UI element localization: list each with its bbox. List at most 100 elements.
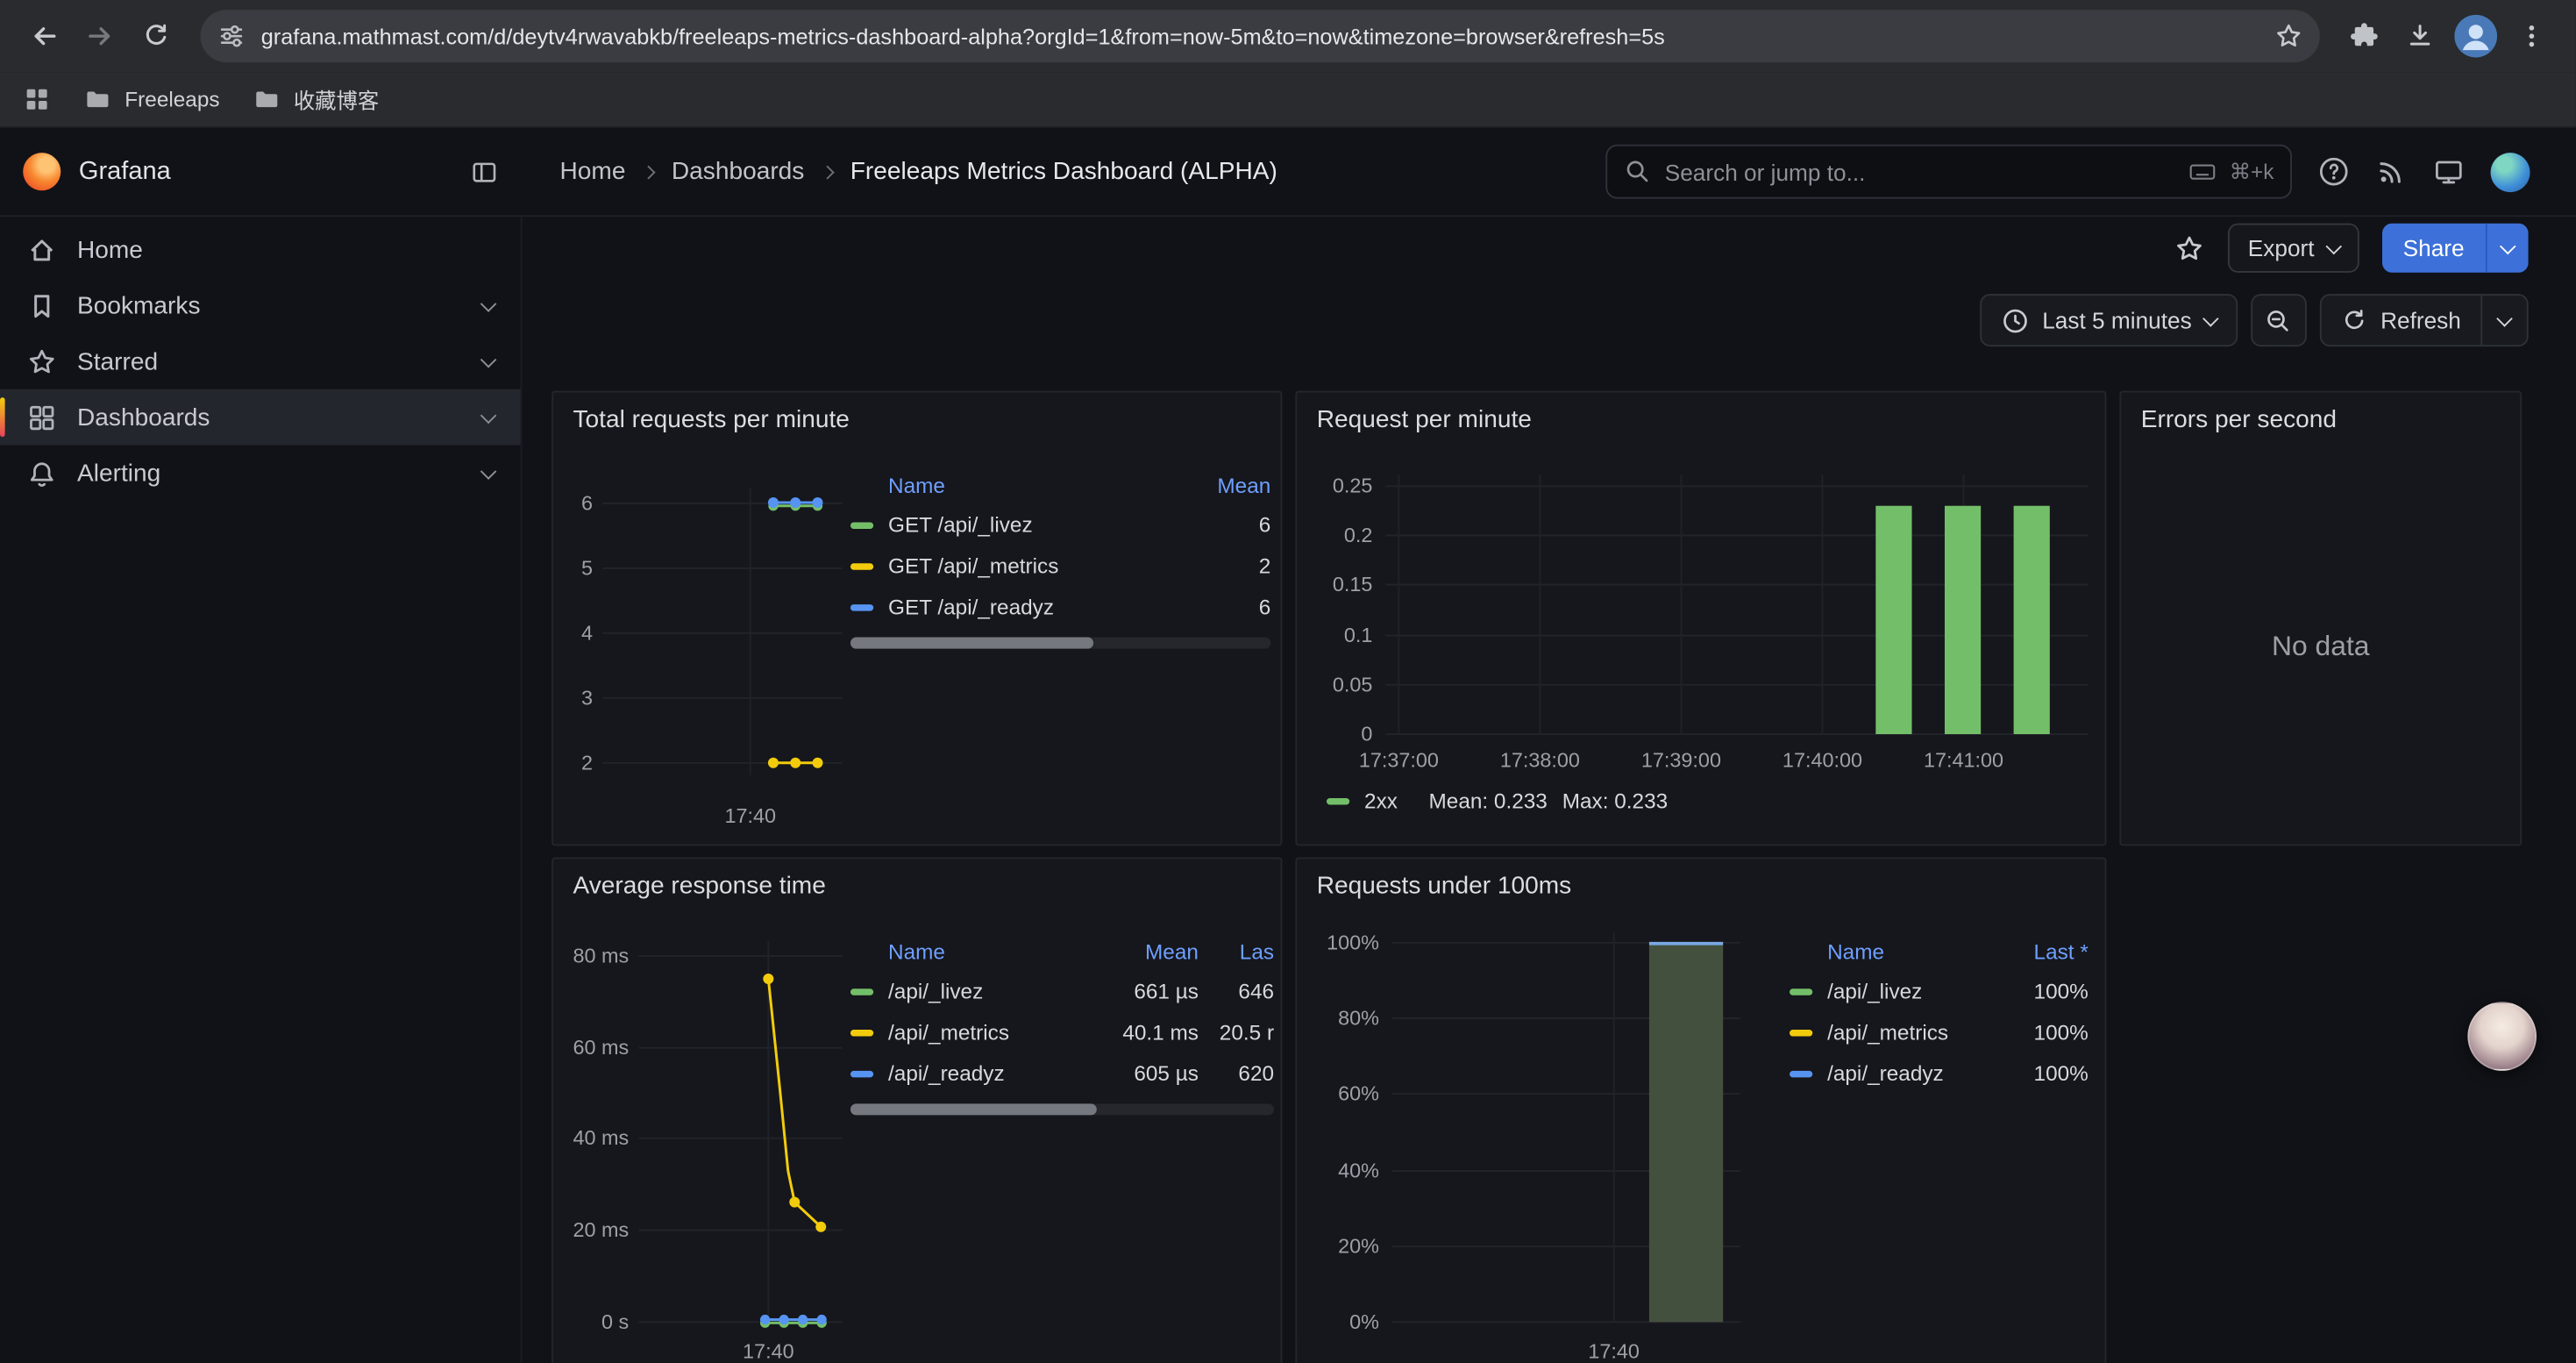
browser-menu-icon[interactable] <box>2504 8 2560 64</box>
profile-avatar[interactable] <box>2448 8 2504 64</box>
bookmark-folder-freeleaps[interactable]: Freeleaps <box>83 85 219 113</box>
panel-title[interactable]: Errors per second <box>2141 406 2337 434</box>
legend-series-name[interactable]: /api/_metrics <box>1827 1020 1989 1045</box>
chevron-down-icon[interactable] <box>480 295 497 311</box>
legend-series-name[interactable]: /api/_readyz <box>1827 1061 1989 1086</box>
monitor-icon[interactable] <box>2433 156 2465 188</box>
breadcrumb-current: Freeleaps Metrics Dashboard (ALPHA) <box>850 158 1277 186</box>
chevron-down-icon[interactable] <box>480 407 497 424</box>
breadcrumb-dashboards[interactable]: Dashboards <box>672 158 804 186</box>
legend-header-last[interactable]: Las <box>1199 939 1274 964</box>
bookmarks-bar: Freeleaps 收藏博客 <box>0 72 2576 128</box>
legend-series-name[interactable]: 2xx <box>1364 789 1398 813</box>
sidebar-item-alerting[interactable]: Alerting <box>0 445 521 501</box>
legend-mean-value: 40.1 ms <box>1097 1020 1199 1045</box>
legend-row: /api/_metrics 100% <box>1790 1011 2089 1053</box>
panel-request-per-minute[interactable]: Request per minute <box>1295 391 2106 846</box>
downloads-icon[interactable] <box>2392 8 2448 64</box>
chevron-right-icon <box>821 165 835 179</box>
chevron-down-icon <box>2325 238 2342 254</box>
sidebar-item-home[interactable]: Home <box>0 222 521 278</box>
home-icon <box>26 234 58 266</box>
search-box[interactable]: ⌘+k <box>1605 145 2292 199</box>
panel-avg-response-time[interactable]: Average response time 80 ms 60 ms 40 ms … <box>551 857 1282 1363</box>
legend-header-name[interactable]: Name <box>888 939 1097 964</box>
legend-header-name[interactable]: Name <box>888 473 1178 497</box>
scrollbar-thumb[interactable] <box>850 1103 1096 1115</box>
apps-grid-icon[interactable] <box>23 85 51 113</box>
extensions-icon[interactable] <box>2337 8 2393 64</box>
user-avatar[interactable] <box>2491 152 2530 191</box>
share-button[interactable]: Share <box>2381 224 2528 273</box>
legend-last-value: 620 <box>1199 1061 1274 1086</box>
legend-series-name[interactable]: GET /api/_metrics <box>888 553 1178 578</box>
legend-header-row: Name Mean Las <box>850 933 1274 971</box>
legend-series-name[interactable]: /api/_livez <box>888 979 1097 1003</box>
legend-scrollbar[interactable] <box>850 1103 1274 1115</box>
chevron-down-icon <box>2496 310 2513 326</box>
browser-toolbar: grafana.mathmast.com/d/deytv4rwavabkb/fr… <box>0 0 2576 72</box>
panel-errors-per-second[interactable]: Errors per second No data <box>2119 391 2522 846</box>
series-swatch-blue <box>850 1070 873 1076</box>
y-tick: 60% <box>1338 1082 1379 1105</box>
site-settings-icon[interactable] <box>217 21 246 51</box>
legend-series-name[interactable]: GET /api/_readyz <box>888 595 1178 619</box>
legend-header-name[interactable]: Name <box>1827 939 1989 964</box>
breadcrumb-home[interactable]: Home <box>560 158 626 186</box>
news-feed-icon[interactable] <box>2376 156 2408 188</box>
legend-series-name[interactable]: /api/_livez <box>1827 979 1989 1003</box>
floating-assistant-avatar[interactable] <box>2467 1002 2537 1071</box>
chevron-down-icon[interactable] <box>480 462 497 479</box>
bookmark-star-icon[interactable] <box>2274 21 2303 51</box>
reload-icon[interactable] <box>128 8 184 64</box>
legend-mean-value: 6 <box>1178 512 1270 537</box>
sidebar-item-dashboards[interactable]: Dashboards <box>0 389 521 446</box>
sidebar-item-label: Dashboards <box>77 403 210 432</box>
legend-header-mean[interactable]: Mean <box>1178 473 1270 497</box>
x-tick: 17:40:00 <box>1783 748 1862 771</box>
folder-icon <box>83 85 111 113</box>
url-text: grafana.mathmast.com/d/deytv4rwavabkb/fr… <box>261 24 2259 48</box>
share-menu-button[interactable] <box>2486 224 2529 273</box>
grafana-logo[interactable] <box>23 153 60 190</box>
address-bar[interactable]: grafana.mathmast.com/d/deytv4rwavabkb/fr… <box>200 10 2319 62</box>
search-input[interactable] <box>1665 159 2175 185</box>
legend-series-name[interactable]: GET /api/_livez <box>888 512 1178 537</box>
sidebar-item-label: Bookmarks <box>77 291 200 319</box>
panel-total-requests[interactable]: Total requests per minute 6 5 4 3 2 <box>551 391 1282 846</box>
sidebar-item-bookmarks[interactable]: Bookmarks <box>0 277 521 333</box>
share-label[interactable]: Share <box>2381 224 2486 273</box>
zoom-out-button[interactable] <box>2251 294 2307 346</box>
legend-header-mean[interactable]: Mean <box>1097 939 1199 964</box>
scrollbar-thumb[interactable] <box>850 638 1094 649</box>
series-swatch-green <box>1790 988 1812 994</box>
refresh-interval-button[interactable] <box>2480 296 2526 345</box>
brand-title: Grafana <box>79 157 171 187</box>
forward-icon[interactable] <box>72 8 128 64</box>
legend-header-row: Name Last * <box>1790 933 2089 971</box>
help-icon[interactable] <box>2318 156 2350 188</box>
legend-header-last[interactable]: Last * <box>1989 939 2088 964</box>
x-tick: 17:37:00 <box>1359 748 1439 771</box>
panel-requests-under-100ms[interactable]: Requests under 100ms 100% 80% 60% 40% <box>1295 857 2106 1363</box>
time-range-picker[interactable]: Last 5 minutes <box>1980 294 2238 346</box>
sidebar-collapse-icon[interactable] <box>470 157 500 187</box>
bookmark-folder-blog[interactable]: 收藏博客 <box>253 83 379 115</box>
export-button[interactable]: Export <box>2228 224 2359 273</box>
legend-scrollbar[interactable] <box>850 638 1270 649</box>
legend-series-name[interactable]: /api/_metrics <box>888 1020 1097 1045</box>
legend-series-name[interactable]: /api/_readyz <box>888 1061 1097 1086</box>
legend-last-value: 100% <box>1989 1020 2088 1045</box>
refresh-button[interactable]: Refresh <box>2322 296 2481 345</box>
legend-row: /api/_metrics 40.1 ms 20.5 r <box>850 1011 1274 1053</box>
time-range-label: Last 5 minutes <box>2042 307 2192 333</box>
chevron-down-icon[interactable] <box>480 351 497 368</box>
back-icon[interactable] <box>17 8 73 64</box>
favorite-star-icon[interactable] <box>2174 232 2206 264</box>
x-tick: 17:40 <box>1588 1340 1640 1363</box>
sidebar: Home Bookmarks Starred Dashboards Alerti… <box>0 217 522 1363</box>
search-icon <box>1624 158 1652 186</box>
sidebar-header: Grafana <box>0 153 522 190</box>
screen: grafana.mathmast.com/d/deytv4rwavabkb/fr… <box>0 0 2576 1363</box>
sidebar-item-starred[interactable]: Starred <box>0 333 521 389</box>
